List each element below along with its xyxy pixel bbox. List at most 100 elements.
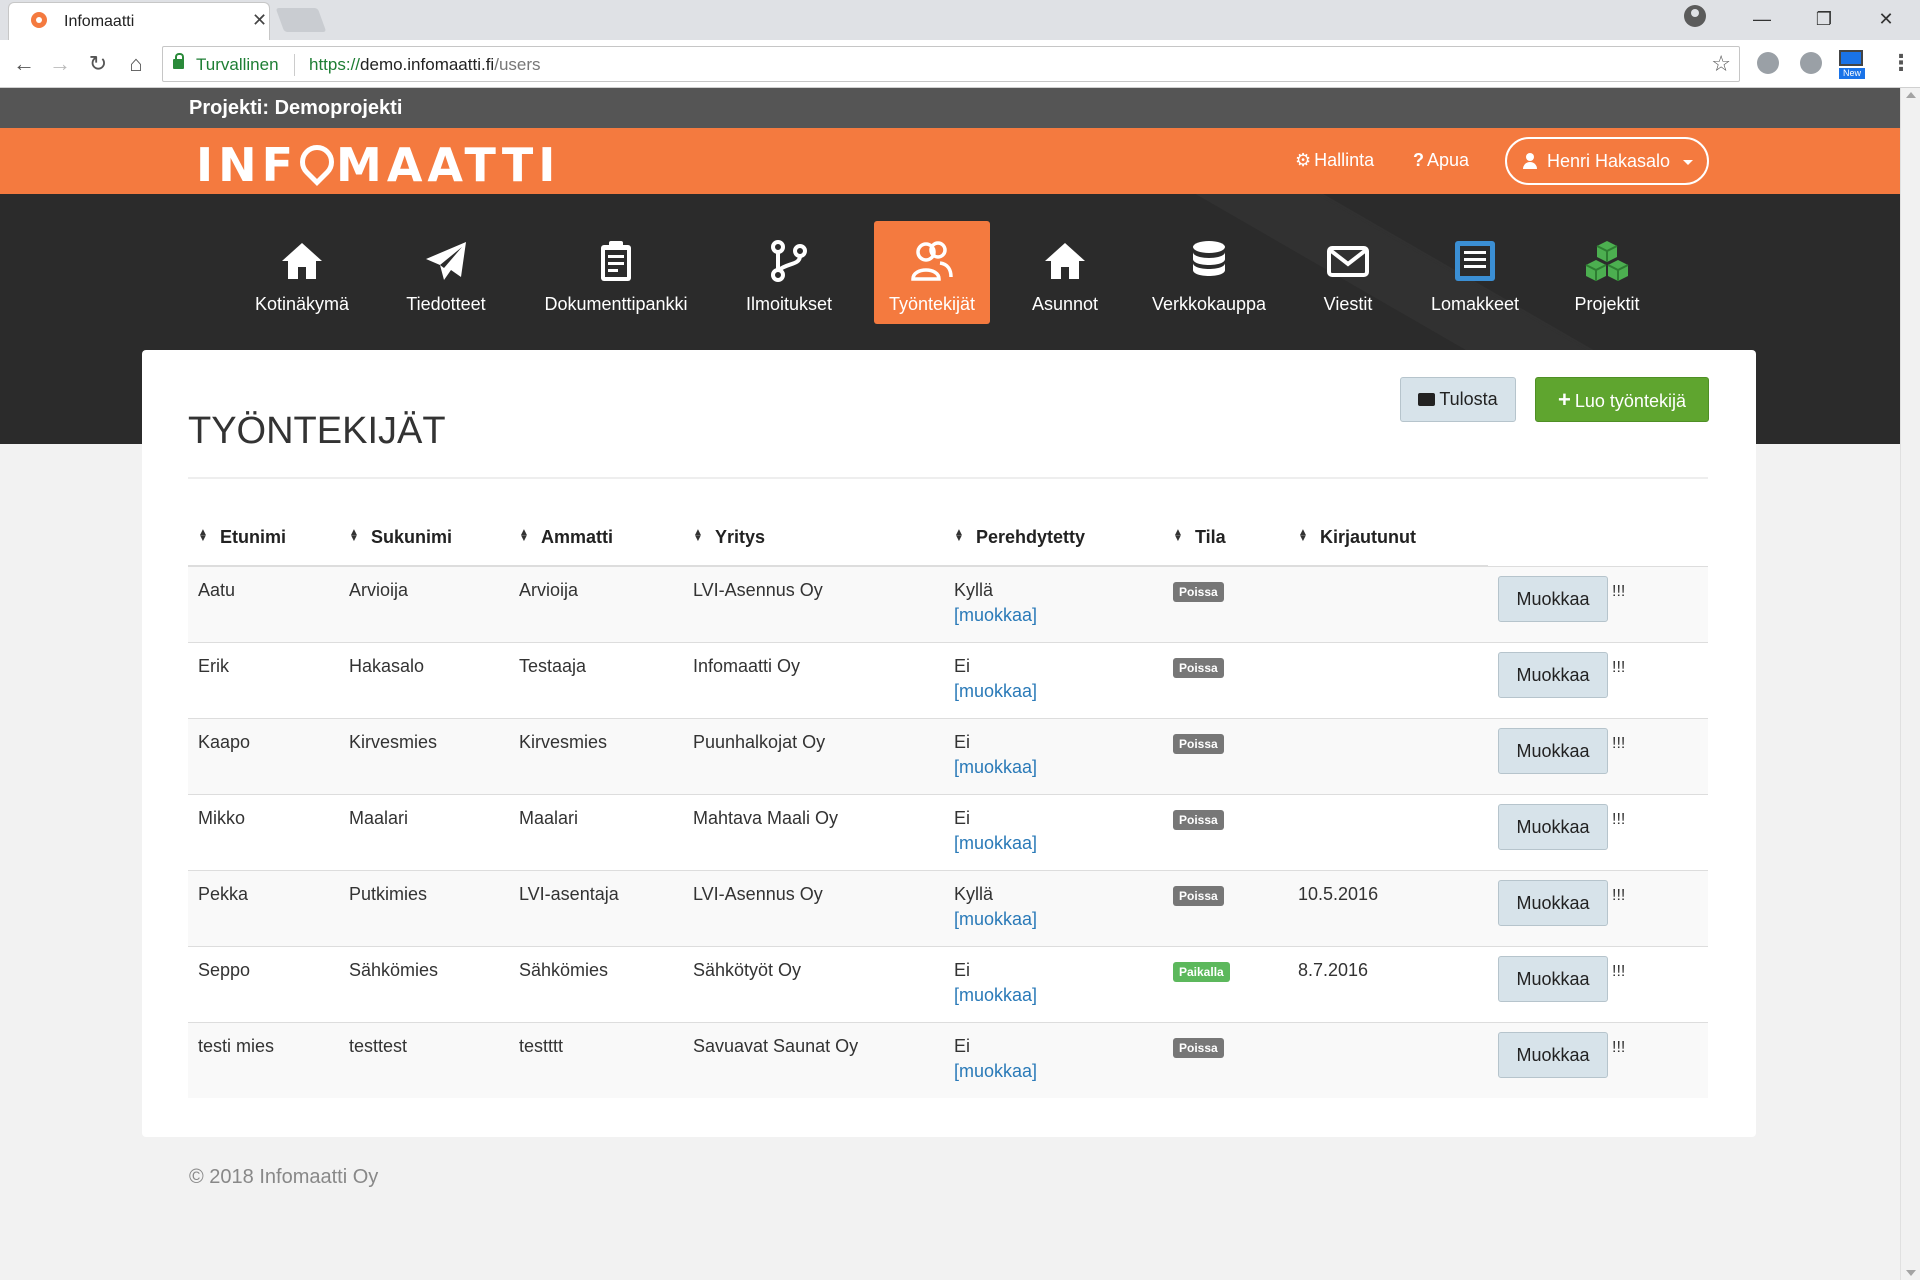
cell-status: Poissa bbox=[1163, 869, 1288, 946]
header-kirjautunut[interactable]: ▲ ▼ Kirjautunut bbox=[1288, 510, 1488, 567]
scroll-up-icon[interactable] bbox=[1906, 92, 1916, 98]
table-row: Mikko Maalari Maalari Mahtava Maali Oy E… bbox=[188, 793, 1708, 870]
sort-icon: ▲ ▼ bbox=[1173, 527, 1183, 544]
nav-item-projektit[interactable]: Projektit bbox=[1560, 221, 1654, 324]
edit-induction-link[interactable]: [muokkaa] bbox=[954, 681, 1163, 702]
edit-button[interactable]: Muokkaa bbox=[1498, 727, 1608, 774]
cell-last-name: Putkimies bbox=[339, 869, 509, 946]
edit-induction-link[interactable]: [muokkaa] bbox=[954, 1061, 1163, 1082]
branch-icon bbox=[771, 240, 807, 282]
cell-inducted: Kyllä [muokkaa] bbox=[944, 565, 1163, 642]
edit-button[interactable]: Muokkaa bbox=[1498, 575, 1608, 622]
cell-inducted: Kyllä [muokkaa] bbox=[944, 869, 1163, 946]
print-button[interactable]: Tulosta bbox=[1400, 377, 1516, 422]
header-etunimi[interactable]: ▲ ▼ Etunimi bbox=[188, 510, 339, 567]
scroll-down-icon[interactable] bbox=[1906, 1270, 1916, 1276]
sort-icon: ▲ ▼ bbox=[198, 527, 208, 544]
nav-item-asunnot[interactable]: Asunnot bbox=[1020, 221, 1110, 324]
edit-induction-link[interactable]: [muokkaa] bbox=[954, 757, 1163, 778]
edit-button[interactable]: Muokkaa bbox=[1498, 879, 1608, 926]
edit-button[interactable]: Muokkaa bbox=[1498, 651, 1608, 698]
nav-item-dokumenttipankki[interactable]: Dokumenttipankki bbox=[535, 221, 697, 324]
cell-first-name: testi mies bbox=[188, 1021, 339, 1098]
cell-login bbox=[1288, 641, 1488, 718]
browser-tab[interactable]: Infomaatti ✕ bbox=[8, 2, 270, 40]
nav-item-tyontekijat[interactable]: Työntekijät bbox=[874, 221, 990, 324]
cell-last-name: Hakasalo bbox=[339, 641, 509, 718]
edit-button[interactable]: Muokkaa bbox=[1498, 1031, 1608, 1078]
form-list-icon bbox=[1455, 241, 1495, 281]
edit-induction-link[interactable]: [muokkaa] bbox=[954, 605, 1163, 626]
scrollbar[interactable] bbox=[1900, 88, 1920, 1280]
screen-extension-icon[interactable]: New bbox=[1839, 50, 1867, 80]
address-bar[interactable]: Turvallinen https://demo.infomaatti.fi/u… bbox=[162, 46, 1740, 82]
flag-text: !!! bbox=[1612, 810, 1626, 828]
header-sukunimi[interactable]: ▲ ▼ Sukunimi bbox=[339, 510, 509, 567]
edit-induction-link[interactable]: [muokkaa] bbox=[954, 909, 1163, 930]
cell-login: 10.5.2016 bbox=[1288, 869, 1488, 946]
back-icon[interactable]: ← bbox=[10, 50, 38, 78]
header-actions bbox=[1488, 510, 1708, 566]
employees-table: ▲ ▼ Etunimi ▲ ▼ Sukunimi ▲ ▼ Ammatti ▲ ▼ Yritys … bbox=[188, 510, 1708, 1098]
url-text[interactable]: https://demo.infomaatti.fi/users bbox=[309, 55, 541, 75]
status-badge: Paikalla bbox=[1173, 961, 1230, 982]
header-yritys[interactable]: ▲ ▼ Yritys bbox=[683, 510, 944, 567]
nav-item-verkkokauppa[interactable]: Verkkokauppa bbox=[1148, 221, 1270, 324]
reload-icon[interactable]: ↻ bbox=[84, 50, 112, 78]
status-badge: Poissa bbox=[1173, 1037, 1224, 1058]
forward-icon[interactable]: → bbox=[46, 50, 74, 78]
header-ammatti[interactable]: ▲ ▼ Ammatti bbox=[509, 510, 683, 567]
admin-link[interactable]: ⚙ Hallinta bbox=[1295, 150, 1374, 171]
status-badge: Poissa bbox=[1173, 657, 1224, 678]
infomaatti-logo[interactable]: INF MAATTI bbox=[196, 137, 560, 192]
project-label: Projekti: Demoprojekti bbox=[189, 97, 403, 119]
nav-item-ilmoitukset[interactable]: Ilmoitukset bbox=[733, 221, 845, 324]
title-divider bbox=[188, 477, 1708, 479]
user-icon bbox=[1523, 153, 1537, 169]
cell-actions: Muokkaa!!! bbox=[1488, 1021, 1708, 1098]
nav-item-tiedotteet[interactable]: Tiedotteet bbox=[391, 221, 501, 324]
table-row: Seppo Sähkömies Sähkömies Sähkötyöt Oy E… bbox=[188, 945, 1708, 1022]
extension-icon[interactable] bbox=[1800, 52, 1822, 74]
home-browser-icon[interactable]: ⌂ bbox=[122, 50, 150, 78]
tab-close-icon[interactable]: ✕ bbox=[252, 10, 267, 31]
cell-first-name: Kaapo bbox=[188, 717, 339, 794]
create-employee-button[interactable]: + Luo työntekijä bbox=[1535, 377, 1709, 422]
edit-button[interactable]: Muokkaa bbox=[1498, 803, 1608, 850]
bookmark-star-icon[interactable]: ☆ bbox=[1711, 51, 1731, 77]
help-link[interactable]: ? Apua bbox=[1413, 150, 1469, 171]
cell-last-name: Maalari bbox=[339, 793, 509, 870]
profile-icon[interactable] bbox=[1684, 5, 1706, 27]
restore-icon[interactable]: ❐ bbox=[1804, 4, 1844, 34]
header-tila[interactable]: ▲ ▼ Tila bbox=[1163, 510, 1288, 567]
cell-job: Sähkömies bbox=[509, 945, 683, 1022]
extension-icon[interactable] bbox=[1757, 52, 1779, 74]
window-close-icon[interactable]: ✕ bbox=[1866, 4, 1906, 34]
logo-pin-icon bbox=[293, 137, 342, 187]
cell-company: Mahtava Maali Oy bbox=[683, 793, 944, 870]
nav-item-kotinakyma[interactable]: Kotinäkymä bbox=[246, 221, 358, 324]
sort-icon: ▲ ▼ bbox=[349, 527, 359, 544]
browser-menu-icon[interactable]: ⋮ bbox=[1890, 50, 1912, 76]
nav-item-viestit[interactable]: Viestit bbox=[1304, 221, 1392, 324]
edit-induction-link[interactable]: [muokkaa] bbox=[954, 985, 1163, 1006]
status-badge: Poissa bbox=[1173, 809, 1224, 830]
status-badge: Poissa bbox=[1173, 885, 1224, 906]
nav-item-lomakkeet[interactable]: Lomakkeet bbox=[1424, 221, 1526, 324]
cell-actions: Muokkaa!!! bbox=[1488, 869, 1708, 946]
envelope-icon bbox=[1327, 246, 1369, 277]
new-tab-button[interactable] bbox=[275, 8, 327, 32]
edit-button[interactable]: Muokkaa bbox=[1498, 955, 1608, 1002]
cell-status: Poissa bbox=[1163, 565, 1288, 642]
cell-first-name: Seppo bbox=[188, 945, 339, 1022]
minimize-icon[interactable]: — bbox=[1742, 4, 1782, 34]
flag-text: !!! bbox=[1612, 582, 1626, 600]
header-perehdytetty[interactable]: ▲ ▼ Perehdytetty bbox=[944, 510, 1163, 567]
user-menu-button[interactable]: Henri Hakasalo bbox=[1505, 137, 1709, 185]
clipboard-icon bbox=[601, 241, 631, 281]
cell-job: Maalari bbox=[509, 793, 683, 870]
table-row: Kaapo Kirvesmies Kirvesmies Puunhalkojat… bbox=[188, 717, 1708, 794]
sort-icon: ▲ ▼ bbox=[519, 527, 529, 544]
user-name: Henri Hakasalo bbox=[1547, 151, 1671, 171]
edit-induction-link[interactable]: [muokkaa] bbox=[954, 833, 1163, 854]
